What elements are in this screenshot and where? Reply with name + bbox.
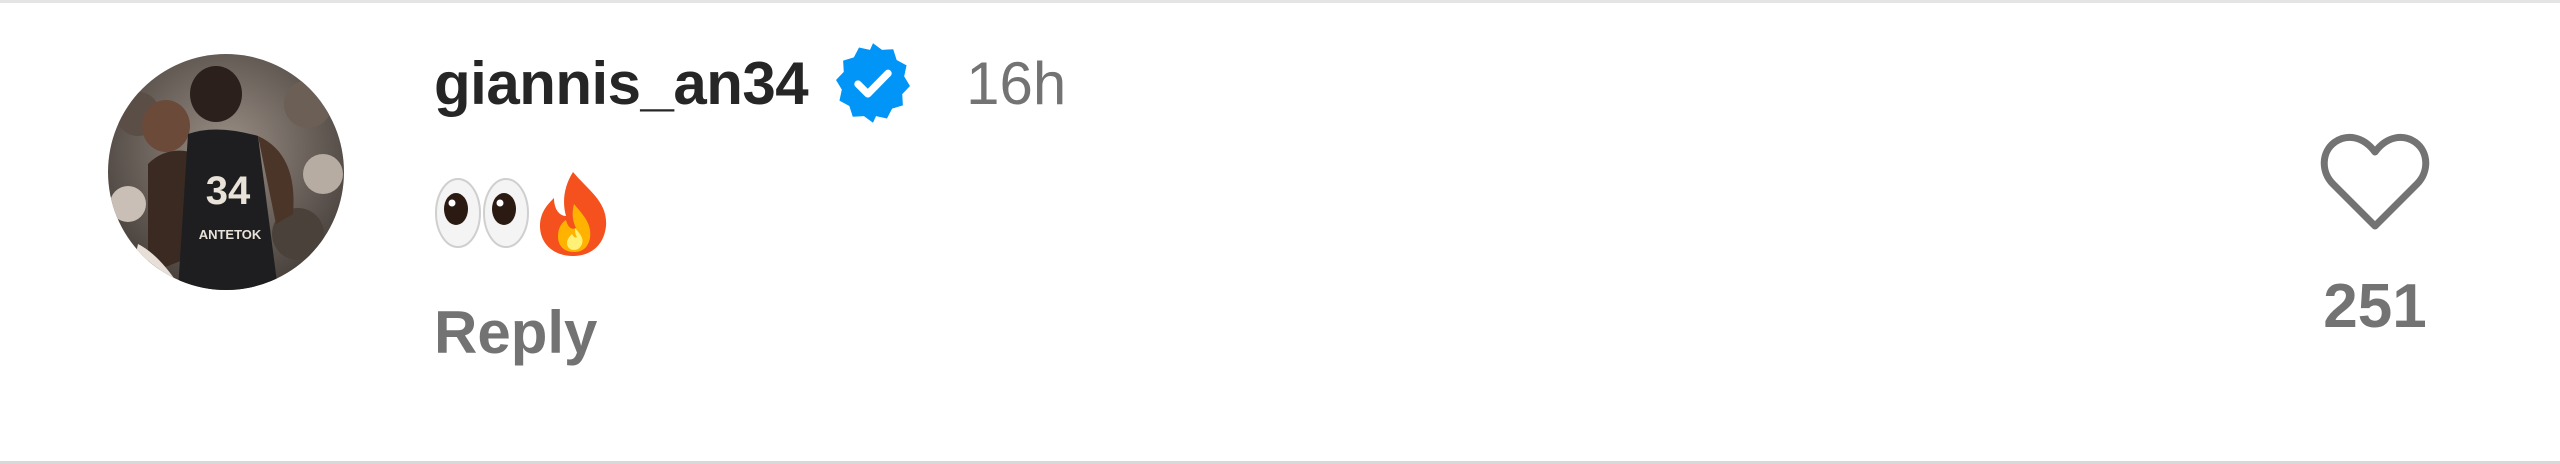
comment-item: 34 ANTETOK giannis_an34 16h Reply 251 (0, 0, 2560, 464)
heart-outline-icon[interactable] (2319, 132, 2431, 232)
like-count: 251 (2323, 272, 2427, 341)
username-link[interactable]: giannis_an34 (434, 49, 809, 118)
comment-text (434, 170, 616, 260)
like-control: 251 (2310, 132, 2440, 338)
comment-header: giannis_an34 16h (434, 42, 1066, 124)
verified-badge-icon (830, 40, 916, 126)
timestamp: 16h (966, 49, 1067, 117)
avatar[interactable]: 34 ANTETOK (108, 54, 344, 290)
svg-text:34: 34 (206, 169, 251, 213)
avatar-photo: 34 ANTETOK (108, 54, 344, 290)
reply-button[interactable]: Reply (434, 298, 597, 367)
eyes-emoji-icon (434, 173, 530, 258)
svg-text:ANTETOK: ANTETOK (199, 227, 262, 242)
fire-emoji-icon (530, 168, 616, 263)
